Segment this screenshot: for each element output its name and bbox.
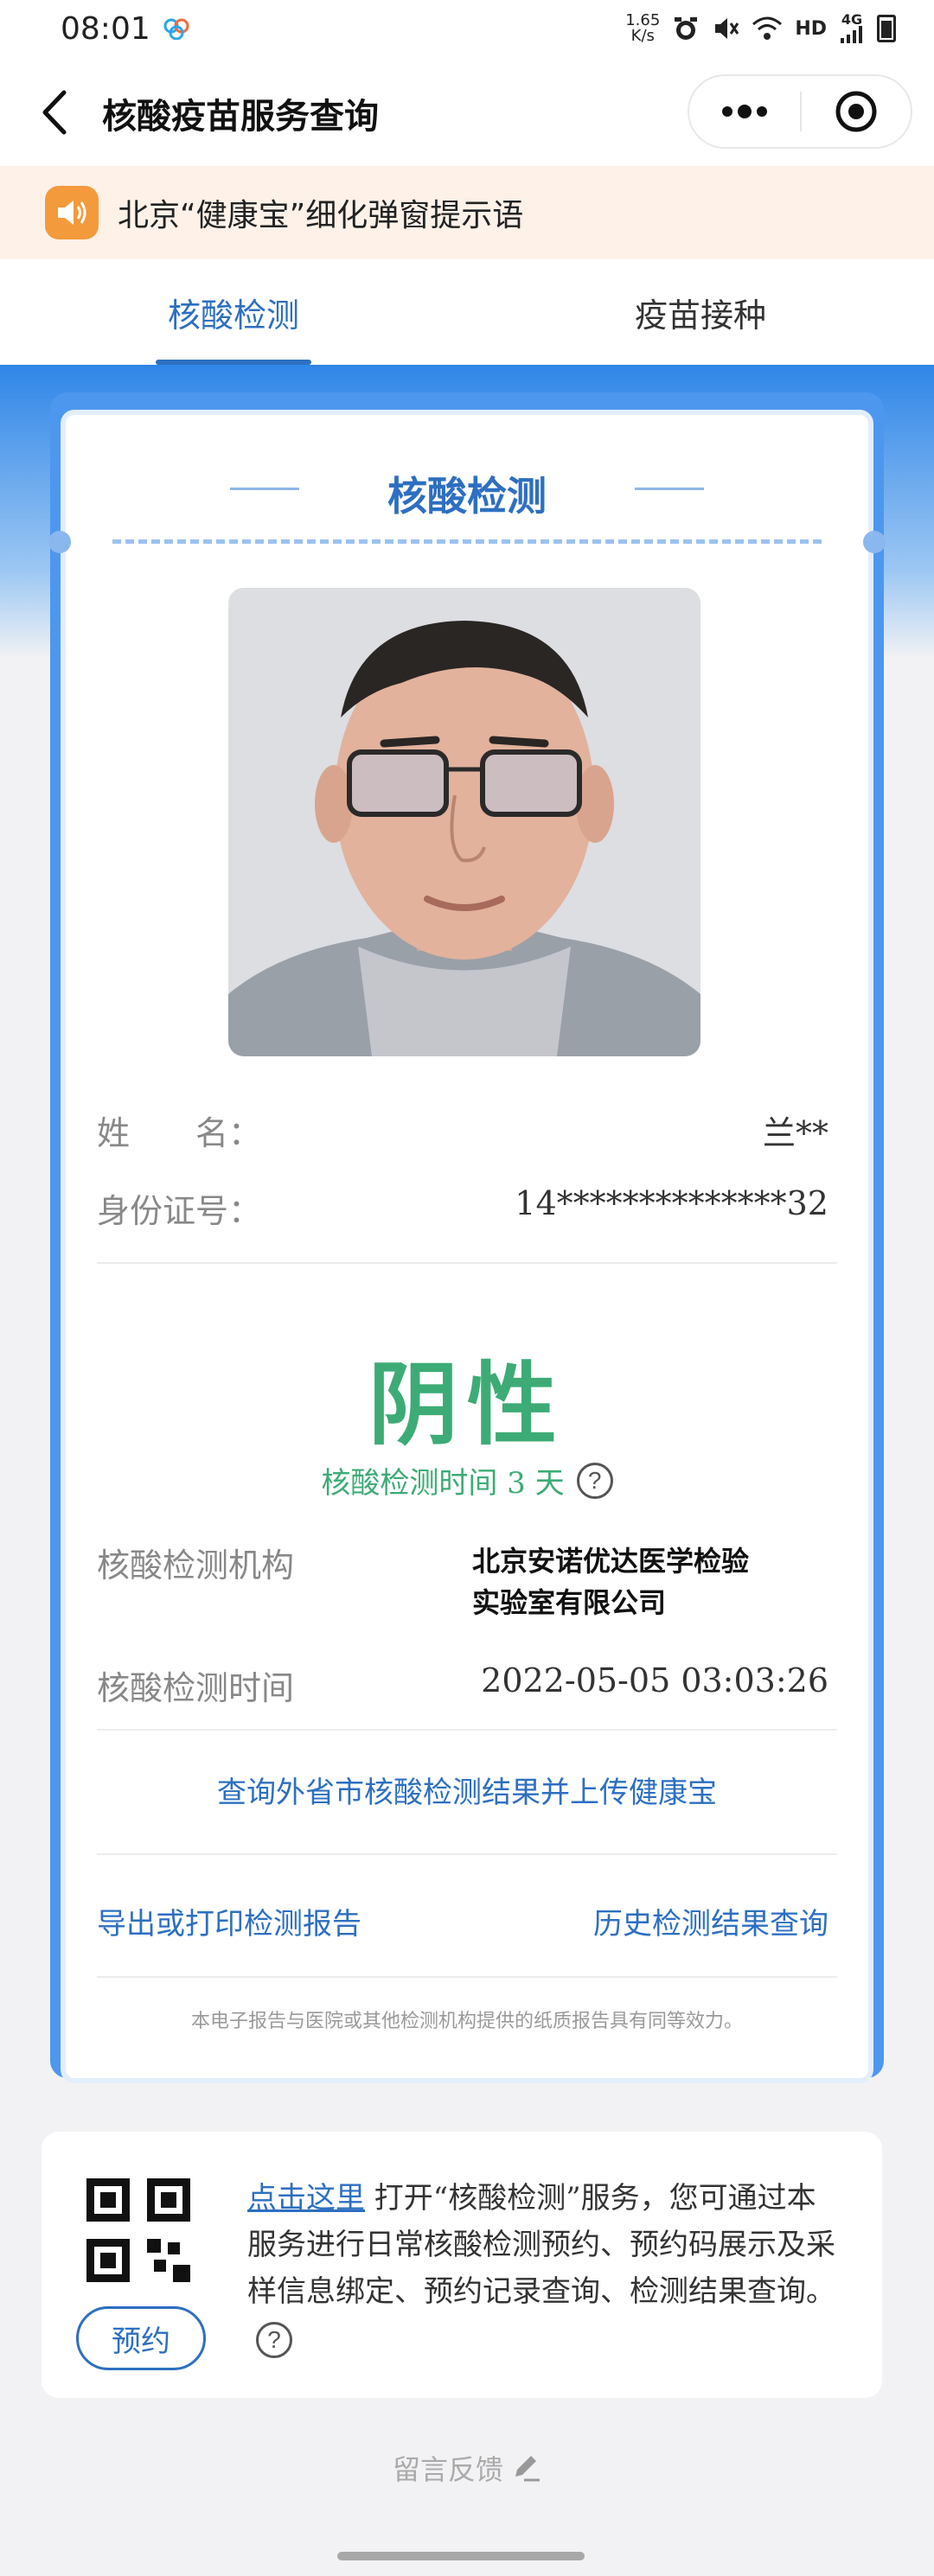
institution-value: 北京安诺优达医学检验 实验室有限公司 [472,1540,749,1623]
divider [97,1853,837,1855]
cell-signal-label: 4G [841,11,863,28]
name-label: 姓 名： [97,1114,262,1152]
card-title: 核酸检测 [387,473,547,520]
test-time-label: 核酸检测时间 [97,1669,295,1707]
divider [97,1976,837,1978]
qr-code-icon[interactable] [86,2178,190,2282]
test-duration: 核酸检测时间 3 天 ? [66,1459,868,1502]
wifi-icon [752,16,783,40]
feedback-link[interactable]: 留言反馈 [0,2448,934,2488]
tab-vaccination[interactable]: 疫苗接种 [467,259,934,365]
history-results-link[interactable]: 历史检测结果查询 [593,1900,828,1942]
target-circle-icon [835,91,877,132]
test-result: 阴性 [368,1351,566,1457]
tab-bar: 核酸检测 疫苗接种 [0,259,934,365]
person-photo [228,588,700,1056]
title-deco-right [635,488,704,490]
divider [97,1729,837,1731]
institution-line2: 实验室有限公司 [472,1586,667,1619]
mute-icon [715,18,739,39]
system-icons: 1.65 K/s HD 4G [625,13,896,44]
hd-label: HD [795,17,827,40]
page-title: 核酸疫苗服务查询 [102,97,379,137]
nav-bar: 核酸疫苗服务查询 [0,57,934,166]
speaker-icon [45,186,99,239]
institution-line1: 北京安诺优达医学检验 [472,1545,750,1578]
chevron-left-icon [42,90,67,135]
pencil-icon [515,2456,540,2482]
help-icon[interactable]: ? [576,1462,613,1499]
miniapp-capsule [688,74,912,149]
card-notch-right [863,531,886,553]
status-bar: 08:01 1.65 K/s HD 4G [0,0,934,57]
dashed-divider [112,539,822,544]
booking-description: 点击这里 打开“核酸检测”服务，您可通过本服务进行日常核酸检测预约、预约码展示及… [247,2175,844,2362]
report-footnote: 本电子报告与医院或其他检测机构提供的纸质报告具有同等效力。 [190,2011,743,2032]
more-dots-icon [722,105,767,118]
more-button[interactable] [689,74,800,149]
id-label: 身份证号： [97,1192,262,1230]
battery-icon [877,15,896,42]
test-time-value: 2022-05-05 03:03:26 [481,1661,828,1699]
export-report-link[interactable]: 导出或打印检测报告 [97,1900,361,1942]
home-indicator[interactable] [337,2552,585,2560]
alarm-icon [675,17,698,40]
cell-signal-icon: 4G [839,11,865,43]
net-speed-unit: K/s [630,27,655,45]
notice-banner[interactable]: 北京“健康宝”细化弹窗提示语 [0,166,934,259]
back-button[interactable] [33,86,76,138]
feedback-label: 留言反馈 [392,2453,503,2486]
name-value: 兰** [762,1114,828,1152]
booking-card: 预约 点击这里 打开“核酸检测”服务，您可通过本服务进行日常核酸检测预约、预约码… [42,2132,882,2398]
network-speed: 1.65 K/s [625,13,660,44]
app-notification-icon [163,18,189,40]
notice-text: 北京“健康宝”细化弹窗提示语 [118,198,524,233]
duration-text: 核酸检测时间 3 天 [321,1466,565,1501]
book-button[interactable]: 预约 [76,2306,206,2370]
status-time-group: 08:01 [61,11,192,47]
status-time: 08:01 [61,10,150,47]
query-other-province-link[interactable]: 查询外省市核酸检测结果并上传健康宝 [66,1769,868,1811]
test-result-card: 核酸检测 姓 名： 兰** 身份证号： 14**************32 阴… [48,410,886,2083]
click-here-link[interactable]: 点击这里 [247,2181,365,2216]
id-value: 14**************32 [515,1184,828,1222]
booking-help-icon[interactable]: ? [256,2322,292,2358]
close-miniapp-button[interactable] [802,74,911,149]
card-notch-left [48,531,71,553]
divider [97,1262,837,1264]
institution-label: 核酸检测机构 [97,1546,295,1584]
tab-nucleic-test[interactable]: 核酸检测 [0,259,467,365]
